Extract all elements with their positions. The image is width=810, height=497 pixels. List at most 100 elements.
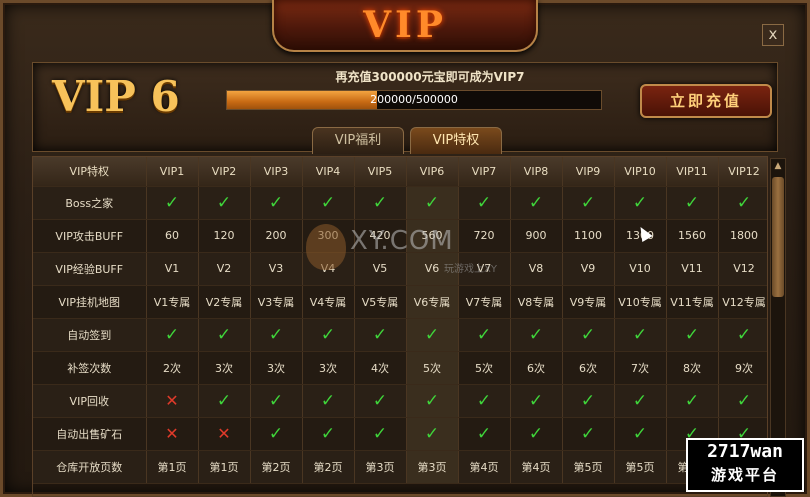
column-header-vip: VIP7 bbox=[458, 157, 511, 187]
table-cell: 第3页 bbox=[406, 450, 459, 484]
table-cell: V12专属 bbox=[718, 285, 767, 319]
table-cell: 420 bbox=[354, 219, 407, 253]
check-icon: ✓ bbox=[666, 318, 719, 352]
table-cell: V6 bbox=[406, 252, 459, 286]
table-cell: 8次 bbox=[666, 351, 719, 385]
check-icon: ✓ bbox=[198, 186, 251, 220]
vip-progress-bar: 200000/500000 bbox=[226, 90, 602, 110]
check-icon: ✓ bbox=[666, 186, 719, 220]
check-icon: ✓ bbox=[354, 384, 407, 418]
table-cell: 第2页 bbox=[250, 450, 303, 484]
check-icon: ✓ bbox=[250, 417, 303, 451]
column-header-vip: VIP2 bbox=[198, 157, 251, 187]
table-cell: V5 bbox=[354, 252, 407, 286]
table-cell: 1800 bbox=[718, 219, 767, 253]
check-icon: ✓ bbox=[302, 417, 355, 451]
check-icon: ✓ bbox=[458, 417, 511, 451]
table-cell: V9 bbox=[562, 252, 615, 286]
table-header-row: VIP特权 VIP1 VIP2 VIP3 VIP4 VIP5 VIP6 VIP7 VIP8 VIP… bbox=[33, 157, 767, 187]
table-cell: V10 bbox=[614, 252, 667, 286]
check-icon: ✓ bbox=[302, 318, 355, 352]
check-icon: ✓ bbox=[146, 318, 199, 352]
table-cell: 300 bbox=[302, 219, 355, 253]
table-cell: V7专属 bbox=[458, 285, 511, 319]
table-cell: V4专属 bbox=[302, 285, 355, 319]
check-icon: ✓ bbox=[718, 318, 767, 352]
brand-badge: 2717wan 游戏平台 bbox=[686, 438, 804, 492]
recharge-note: 再充值300000元宝即可成为VIP7 bbox=[335, 70, 525, 84]
check-icon: ✓ bbox=[666, 384, 719, 418]
close-button[interactable]: x bbox=[762, 24, 784, 46]
brand-line-2: 游戏平台 bbox=[710, 466, 779, 484]
table-cell: 3次 bbox=[198, 351, 251, 385]
row-label: VIP经验BUFF bbox=[33, 252, 147, 286]
column-header-vip: VIP8 bbox=[510, 157, 563, 187]
check-icon: ✓ bbox=[406, 318, 459, 352]
table-cell: 200 bbox=[250, 219, 303, 253]
table-cell: 1560 bbox=[666, 219, 719, 253]
tab-vip-privilege[interactable]: VIP特权 bbox=[410, 127, 502, 154]
check-icon: ✓ bbox=[250, 384, 303, 418]
check-icon: ✓ bbox=[354, 318, 407, 352]
table-cell: 6次 bbox=[510, 351, 563, 385]
check-icon: ✓ bbox=[458, 384, 511, 418]
column-header-vip: VIP12 bbox=[718, 157, 767, 187]
brand-line-1: 2717wan bbox=[707, 441, 783, 462]
column-header-vip: VIP11 bbox=[666, 157, 719, 187]
table-cell: V11 bbox=[666, 252, 719, 286]
check-icon: ✓ bbox=[406, 417, 459, 451]
row-label: VIP回收 bbox=[33, 384, 147, 418]
cross-icon: ✕ bbox=[146, 384, 199, 418]
table-cell: 第1页 bbox=[198, 450, 251, 484]
table-cell: 120 bbox=[198, 219, 251, 253]
table-cell: 第4页 bbox=[510, 450, 563, 484]
table-row: VIP挂机地图 V1专属 V2专属 V3专属 V4专属 V5专属 V6专属 V7专属 V8专属 V… bbox=[33, 285, 767, 319]
check-icon: ✓ bbox=[562, 417, 615, 451]
check-icon: ✓ bbox=[718, 384, 767, 418]
table-body: Boss之家 ✓ ✓ ✓ ✓ ✓ ✓ ✓ ✓ ✓ ✓ ✓ ✓ VIP攻击BUFF 60 120 200 300 42… bbox=[33, 186, 767, 484]
cross-icon: ✕ bbox=[198, 417, 251, 451]
check-icon: ✓ bbox=[406, 186, 459, 220]
recharge-now-button[interactable]: 立即充值 bbox=[640, 84, 772, 118]
table-cell: 第5页 bbox=[614, 450, 667, 484]
check-icon: ✓ bbox=[354, 186, 407, 220]
table-cell: 900 bbox=[510, 219, 563, 253]
progress-text: 200000/500000 bbox=[370, 93, 458, 106]
check-icon: ✓ bbox=[250, 318, 303, 352]
row-label: Boss之家 bbox=[33, 186, 147, 220]
table-cell: V2 bbox=[198, 252, 251, 286]
row-label: 补签次数 bbox=[33, 351, 147, 385]
check-icon: ✓ bbox=[250, 186, 303, 220]
tab-vip-welfare[interactable]: VIP福利 bbox=[312, 127, 404, 154]
table-row: 仓库开放页数第1页第1页第2页第2页第3页第3页第4页第4页第5页第5页第6页第… bbox=[33, 450, 767, 484]
current-vip-level: VIP 6 bbox=[52, 72, 180, 121]
table-cell: 第3页 bbox=[354, 450, 407, 484]
table-cell: V9专属 bbox=[562, 285, 615, 319]
column-header-vip: VIP9 bbox=[562, 157, 615, 187]
column-header-vip: VIP6 bbox=[406, 157, 459, 187]
table-row: VIP回收 ✕ ✓ ✓ ✓ ✓ ✓ ✓ ✓ ✓ ✓ ✓ ✓ bbox=[33, 384, 767, 418]
table-cell: 3次 bbox=[302, 351, 355, 385]
table-cell: 2次 bbox=[146, 351, 199, 385]
scroll-up-icon[interactable]: ▲ bbox=[771, 159, 785, 173]
column-header-privilege: VIP特权 bbox=[33, 157, 147, 187]
table-cell: V1 bbox=[146, 252, 199, 286]
table-row: VIP攻击BUFF 60 120 200 300 420 560 720 900 1100 1300… bbox=[33, 219, 767, 253]
table-cell: V10专属 bbox=[614, 285, 667, 319]
check-icon: ✓ bbox=[510, 384, 563, 418]
table-row: 自动出售矿石 ✕ ✕ ✓ ✓ ✓ ✓ ✓ ✓ ✓ ✓ ✓ ✓ bbox=[33, 417, 767, 451]
check-icon: ✓ bbox=[458, 318, 511, 352]
table-cell: V5专属 bbox=[354, 285, 407, 319]
cross-icon: ✕ bbox=[146, 417, 199, 451]
table-cell: 第5页 bbox=[562, 450, 615, 484]
table-cell: V3专属 bbox=[250, 285, 303, 319]
table-cell: 5次 bbox=[406, 351, 459, 385]
row-label: VIP攻击BUFF bbox=[33, 219, 147, 253]
title-plaque: VIP bbox=[272, 0, 538, 52]
table-cell: 第2页 bbox=[302, 450, 355, 484]
check-icon: ✓ bbox=[614, 186, 667, 220]
table-cell: 560 bbox=[406, 219, 459, 253]
scroll-thumb[interactable] bbox=[772, 177, 784, 297]
column-header-vip: VIP3 bbox=[250, 157, 303, 187]
check-icon: ✓ bbox=[614, 384, 667, 418]
